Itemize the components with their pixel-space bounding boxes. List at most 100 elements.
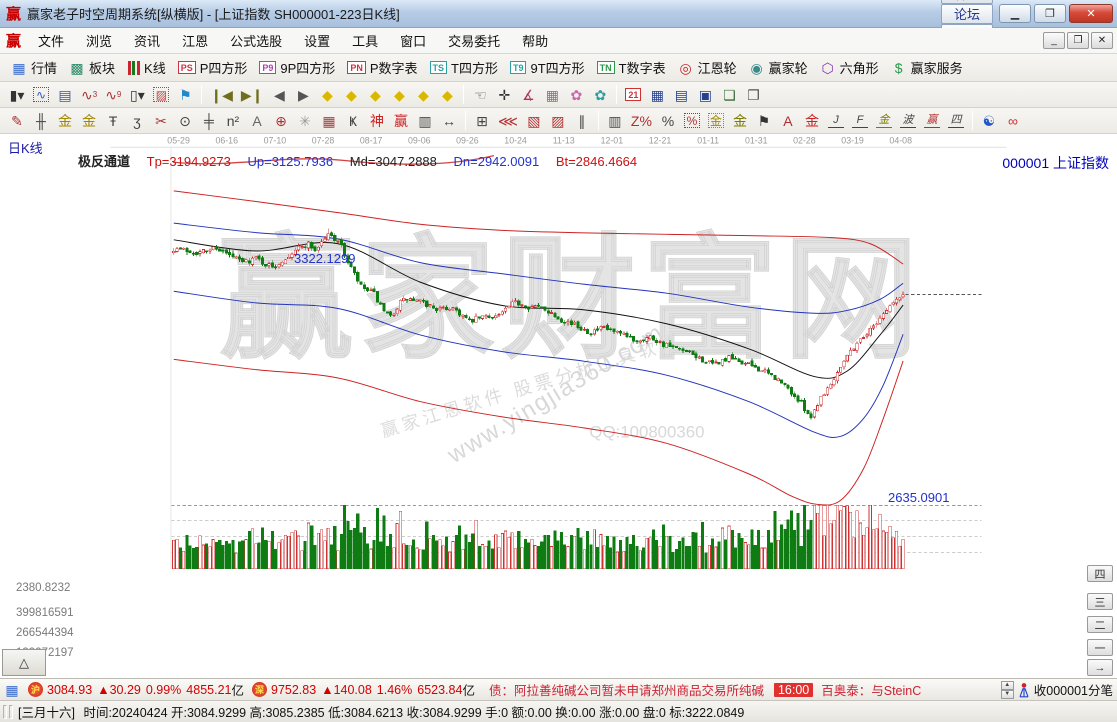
t-number-table-button[interactable]: TNT数字表 bbox=[591, 57, 672, 79]
fan-red-tool[interactable]: ⋘ bbox=[494, 110, 522, 132]
web-tool[interactable]: ✳ bbox=[293, 110, 317, 132]
menu-help[interactable]: 帮助 bbox=[511, 29, 559, 52]
stats-table-tool[interactable]: ▥ bbox=[603, 110, 627, 132]
gold-line-tool[interactable]: 金 bbox=[728, 110, 752, 132]
save-tool[interactable]: ▣ bbox=[693, 84, 717, 106]
bo-angle-tool[interactable]: 波 bbox=[896, 110, 920, 132]
export-tool[interactable]: ❏ bbox=[717, 84, 741, 106]
hand-tool[interactable]: ☜ bbox=[468, 84, 492, 106]
step-back-button[interactable]: ◀ bbox=[267, 84, 291, 106]
spiral-tool[interactable]: ʒ bbox=[125, 110, 149, 132]
ying-angle-tool[interactable]: 赢 bbox=[920, 110, 944, 132]
rail-tool[interactable]: ╪ bbox=[197, 110, 221, 132]
statusbar-grip[interactable] bbox=[9, 705, 13, 719]
print-tool[interactable]: ❐ bbox=[741, 84, 765, 106]
pane-next-button[interactable]: → bbox=[1087, 659, 1113, 676]
gann-grid-tool[interactable]: ▦ bbox=[540, 84, 564, 106]
close-button[interactable]: ✕ bbox=[1069, 4, 1113, 23]
menu-window[interactable]: 窗口 bbox=[389, 29, 437, 52]
bar-style-dropdown[interactable]: ▮▾ bbox=[5, 84, 29, 106]
menu-browse[interactable]: 浏览 bbox=[75, 29, 123, 52]
gold-circle-tool[interactable]: 金 bbox=[704, 110, 728, 132]
calculator-tool[interactable]: ▦ bbox=[645, 84, 669, 106]
parallel-tool[interactable]: ∥ bbox=[570, 110, 594, 132]
diamond-right-tool[interactable]: ◆ bbox=[339, 84, 363, 106]
gold-angle-tool[interactable]: 金 bbox=[872, 110, 896, 132]
statusbar-grip[interactable] bbox=[3, 705, 7, 719]
percent-line-tool[interactable]: % bbox=[680, 110, 704, 132]
jump-first-button[interactable]: ❙◀ bbox=[206, 84, 237, 106]
pen-tool[interactable]: ✎ bbox=[5, 110, 29, 132]
news-ticker-2[interactable]: 百奥泰：与SteinC bbox=[821, 680, 921, 699]
winner-wheel-button[interactable]: ◉赢家轮 bbox=[743, 57, 814, 79]
gold-red-tool[interactable]: 金 bbox=[800, 110, 824, 132]
percent-tool[interactable]: % bbox=[656, 110, 680, 132]
pane-collapse-button[interactable]: △ bbox=[2, 649, 46, 676]
pane-split-1-button[interactable]: 一 bbox=[1087, 639, 1113, 656]
diamond-cross-tool[interactable]: ◆ bbox=[387, 84, 411, 106]
menu-tools[interactable]: 工具 bbox=[341, 29, 389, 52]
quotes-button[interactable]: ▦行情 bbox=[5, 57, 63, 79]
calendar-tool[interactable]: 21 bbox=[621, 84, 645, 106]
pattern-box-tool[interactable]: ▨ bbox=[149, 84, 173, 106]
t-square-button[interactable]: TST四方形 bbox=[424, 57, 504, 79]
chart-9-tool[interactable]: ∿9 bbox=[101, 84, 125, 106]
infinity-tool[interactable]: ∞ bbox=[1001, 110, 1025, 132]
yinyang-tool[interactable]: ☯ bbox=[977, 110, 1001, 132]
p9-square-button[interactable]: P99P四方形 bbox=[253, 57, 341, 79]
pane-split-4-button[interactable]: 四 bbox=[1087, 565, 1113, 582]
ying-mark-tool[interactable]: 赢 bbox=[389, 110, 413, 132]
text-tool[interactable]: A bbox=[245, 110, 269, 132]
news-ticker[interactable]: 债：阿拉善纯碱公司暂未申请郑州商品交易所纯碱 bbox=[489, 680, 764, 699]
kline-button[interactable]: K线 bbox=[121, 57, 172, 79]
menu-gann[interactable]: 江恩 bbox=[171, 29, 219, 52]
crosshair-tool[interactable]: ✛ bbox=[492, 84, 516, 106]
diamond-star-tool[interactable]: ◆ bbox=[411, 84, 435, 106]
menu-trade-order[interactable]: 交易委托 bbox=[437, 29, 511, 52]
menu-formula-stock-pick[interactable]: 公式选股 bbox=[219, 29, 293, 52]
mdi-close-button[interactable]: ✕ bbox=[1091, 32, 1113, 49]
si-angle-tool[interactable]: 四 bbox=[944, 110, 968, 132]
f-ruler-tool[interactable]: Ŧ bbox=[101, 110, 125, 132]
knife-tool[interactable]: ✂ bbox=[149, 110, 173, 132]
mdi-restore-button[interactable]: ❐ bbox=[1067, 32, 1089, 49]
k-mark-tool[interactable]: Ҝ bbox=[341, 110, 365, 132]
diamond-horizontal-tool[interactable]: ◆ bbox=[363, 84, 387, 106]
diamond-left-tool[interactable]: ◆ bbox=[315, 84, 339, 106]
ticker-spinner[interactable]: ▲▼ bbox=[1001, 681, 1014, 699]
square-window-tool[interactable]: ⊞ bbox=[470, 110, 494, 132]
report-tool[interactable]: ▤ bbox=[53, 84, 77, 106]
step-forward-button[interactable]: ▶ bbox=[291, 84, 315, 106]
winner-service-button[interactable]: $赢家服务 bbox=[885, 57, 969, 79]
memo-tool[interactable]: ▤ bbox=[669, 84, 693, 106]
menu-file[interactable]: 文件 bbox=[27, 29, 75, 52]
j-angle-tool[interactable]: J bbox=[824, 110, 848, 132]
sectors-button[interactable]: ▩板块 bbox=[63, 57, 121, 79]
minimize-button[interactable]: ▁ bbox=[999, 4, 1031, 23]
gold-gate2-tool[interactable]: 金 bbox=[77, 110, 101, 132]
customer-service-button[interactable]: 客服 bbox=[941, 0, 993, 4]
flower-pink-tool[interactable]: ✿ bbox=[564, 84, 588, 106]
gold-gate-tool[interactable]: 金 bbox=[53, 110, 77, 132]
wave-pattern-tool[interactable]: ∿ bbox=[29, 84, 53, 106]
angle-measure-tool[interactable]: ∡ bbox=[516, 84, 540, 106]
chart-3-tool[interactable]: ∿3 bbox=[77, 84, 101, 106]
p-square-button[interactable]: PSP四方形 bbox=[172, 57, 254, 79]
jump-last-button[interactable]: ▶❙ bbox=[237, 84, 268, 106]
menu-settings[interactable]: 设置 bbox=[293, 29, 341, 52]
flower-teal-tool[interactable]: ✿ bbox=[588, 84, 612, 106]
n2-tool[interactable]: n² bbox=[221, 110, 245, 132]
kline-chart-canvas[interactable]: 赢家财富网赢家江恩软件 股票分析工具软件www.yingjia360.comQQ… bbox=[0, 134, 1117, 678]
p-number-table-button[interactable]: PNP数字表 bbox=[341, 57, 423, 79]
maximize-button[interactable]: ❐ bbox=[1034, 4, 1066, 23]
measure-width-tool[interactable]: ↔ bbox=[437, 110, 461, 132]
t9-square-button[interactable]: T99T四方形 bbox=[504, 57, 591, 79]
diamond-all-tool[interactable]: ◆ bbox=[435, 84, 459, 106]
fan-box2-tool[interactable]: ▨ bbox=[546, 110, 570, 132]
ink-flag-tool[interactable]: ⚑ bbox=[752, 110, 776, 132]
color-flag-tool[interactable]: ⚑ bbox=[173, 84, 197, 106]
a-wave-tool[interactable]: A bbox=[776, 110, 800, 132]
hollow-candle-dropdown[interactable]: ▯▾ bbox=[125, 84, 149, 106]
fence-tool[interactable]: ╫ bbox=[29, 110, 53, 132]
menu-news[interactable]: 资讯 bbox=[123, 29, 171, 52]
